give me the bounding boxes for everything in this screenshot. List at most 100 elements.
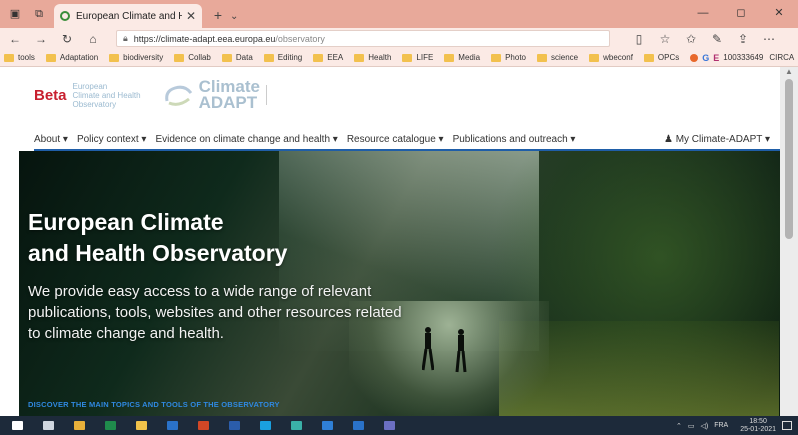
favorite-folder[interactable]: wbeconf (589, 53, 633, 62)
menu-evidence[interactable]: Evidence on climate change and health ▾ (155, 134, 337, 145)
favorite-number[interactable]: 100333649 (723, 53, 763, 62)
address-toolbar: ← → ↻ ⌂ 🔒︎ https://climate-adapt.eea.eur… (0, 28, 798, 49)
file-explorer-icon[interactable] (130, 416, 152, 435)
back-button[interactable]: ← (4, 32, 26, 46)
tab-title: European Climate and H (76, 10, 182, 22)
favorite-label: Photo (505, 53, 526, 62)
page-scrollbar[interactable]: ▲ (780, 67, 798, 416)
clock[interactable]: 18:50 25-01-2021 (740, 418, 776, 434)
network-icon[interactable]: ▭ (688, 422, 695, 430)
address-field[interactable]: 🔒︎ https://climate-adapt.eea.europa.eu/o… (116, 30, 610, 47)
notifications-icon[interactable] (782, 421, 792, 430)
favorite-folder[interactable]: Editing (263, 53, 302, 62)
favorite-star-icon[interactable]: ☆ (652, 32, 678, 46)
start-icon-glyph (11, 421, 23, 430)
observatory-logo-line3: Observatory (72, 99, 117, 109)
start-icon[interactable] (6, 416, 28, 435)
favorite-circa[interactable]: CIRCA (769, 53, 794, 62)
close-tab-icon[interactable]: ✕ (186, 9, 196, 23)
favorite-folder[interactable]: tools (4, 53, 35, 62)
favorite-folder[interactable]: science (537, 53, 578, 62)
web-page: Beta European Climate and Health Observa… (0, 67, 780, 416)
language-indicator[interactable]: FRA (714, 422, 728, 429)
tab-actions-icon[interactable]: ▣ (6, 5, 24, 23)
close-window-button[interactable]: ✕ (760, 0, 798, 28)
favorite-label: Media (458, 53, 481, 62)
task-view-icon[interactable] (37, 416, 59, 435)
favorite-folder[interactable]: LIFE (402, 53, 433, 62)
toolbar-actions: ▯ ☆ ✩ ✎ ⇪ ⋯ (626, 32, 782, 46)
adapt-word: ADAPT (198, 93, 258, 112)
outlook-icon[interactable] (161, 416, 183, 435)
edge-icon[interactable] (316, 416, 338, 435)
minimize-button[interactable]: — (684, 0, 722, 28)
e-favicon-icon[interactable]: E (713, 53, 719, 63)
favorite-folder[interactable]: Media (444, 53, 480, 62)
favorites-hub-icon[interactable]: ✩ (678, 32, 704, 46)
tray-chevron-icon[interactable]: ⌃ (676, 422, 682, 430)
lock-icon: 🔒︎ (123, 33, 128, 43)
folder-icon (174, 53, 185, 62)
clock-time: 18:50 (749, 417, 767, 425)
teams-icon[interactable] (378, 416, 400, 435)
system-tray: ⌃ ▭ ◁) FRA 18:50 25-01-2021 (676, 416, 792, 435)
maximize-button[interactable]: ◻ (722, 0, 760, 28)
favorite-label: OPCs (657, 53, 680, 62)
refresh-button[interactable]: ↻ (56, 32, 78, 46)
favorite-folder[interactable]: OPCs (643, 53, 680, 62)
volume-icon[interactable]: ◁) (700, 422, 708, 430)
discover-heading[interactable]: DISCOVER THE MAIN TOPICS AND TOOLS OF TH… (28, 400, 280, 409)
notes-pen-icon[interactable]: ✎ (704, 32, 730, 46)
excel-icon[interactable] (99, 416, 121, 435)
firefox-favicon-icon[interactable] (690, 53, 699, 62)
favorite-folder[interactable]: Data (221, 53, 253, 62)
outlook-2-icon[interactable] (347, 416, 369, 435)
observatory-logo-line2: Climate and Health (72, 90, 141, 100)
observatory-logo-line1: European (72, 81, 108, 91)
favorite-folder[interactable]: EEA (313, 53, 343, 62)
scroll-up-icon[interactable]: ▲ (780, 67, 798, 76)
hero-description: We provide easy access to a wide range o… (28, 283, 402, 342)
menu-publications[interactable]: Publications and outreach ▾ (453, 134, 576, 145)
new-tab-button[interactable]: + (210, 7, 226, 23)
menu-policy-context[interactable]: Policy context ▾ (77, 134, 147, 145)
edge-legacy-icon[interactable] (285, 416, 307, 435)
folder-icon (444, 53, 455, 62)
favorite-label: biodiversity (123, 53, 164, 62)
favorite-folder[interactable]: Adaptation (45, 53, 98, 62)
favorite-folder[interactable]: Photo (491, 53, 526, 62)
menu-about[interactable]: About ▾ (34, 134, 68, 145)
chrome-icon[interactable] (68, 416, 90, 435)
favorite-label: EEA (327, 53, 344, 62)
runner-silhouette (455, 329, 467, 373)
tab-aside-icon[interactable]: ⧉ (30, 5, 48, 23)
home-button[interactable]: ⌂ (82, 32, 104, 46)
folder-icon (263, 53, 274, 62)
tab-list-chevron-icon[interactable]: ⌄ (230, 11, 238, 22)
share-icon[interactable]: ⇪ (730, 32, 756, 46)
runner-silhouette (422, 327, 434, 371)
edge-legacy-icon-glyph (290, 421, 302, 430)
climate-adapt-logo-text[interactable]: Climate ADAPT (198, 78, 260, 112)
favorite-folder[interactable]: biodiversity (109, 53, 163, 62)
skype-icon[interactable] (254, 416, 276, 435)
folder-icon (643, 53, 654, 62)
my-climate-adapt-menu[interactable]: ♟ My Climate-ADAPT ▾ (664, 134, 770, 145)
chrome-icon-glyph (73, 421, 85, 430)
hero-banner: European Climate and Health Observatory … (19, 151, 780, 416)
site-favicon-icon (60, 11, 70, 21)
forward-button[interactable]: → (30, 32, 52, 46)
title-bar: ▣ ⧉ European Climate and H ✕ + ⌄ — ◻ ✕ (0, 0, 798, 28)
active-tab[interactable]: European Climate and H ✕ (54, 4, 202, 28)
favorite-folder[interactable]: Health (354, 53, 391, 62)
menu-resource-catalogue[interactable]: Resource catalogue ▾ (347, 134, 444, 145)
more-menu-icon[interactable]: ⋯ (756, 32, 782, 46)
powerpoint-icon[interactable] (192, 416, 214, 435)
observatory-logo-text[interactable]: European Climate and Health Observatory (73, 82, 141, 109)
reading-view-icon[interactable]: ▯ (626, 32, 652, 46)
powerpoint-icon-glyph (197, 421, 209, 430)
favorite-folder[interactable]: Collab (174, 53, 211, 62)
scroll-thumb[interactable] (785, 79, 793, 239)
google-favicon-icon[interactable]: G (702, 53, 709, 63)
word-icon[interactable] (223, 416, 245, 435)
